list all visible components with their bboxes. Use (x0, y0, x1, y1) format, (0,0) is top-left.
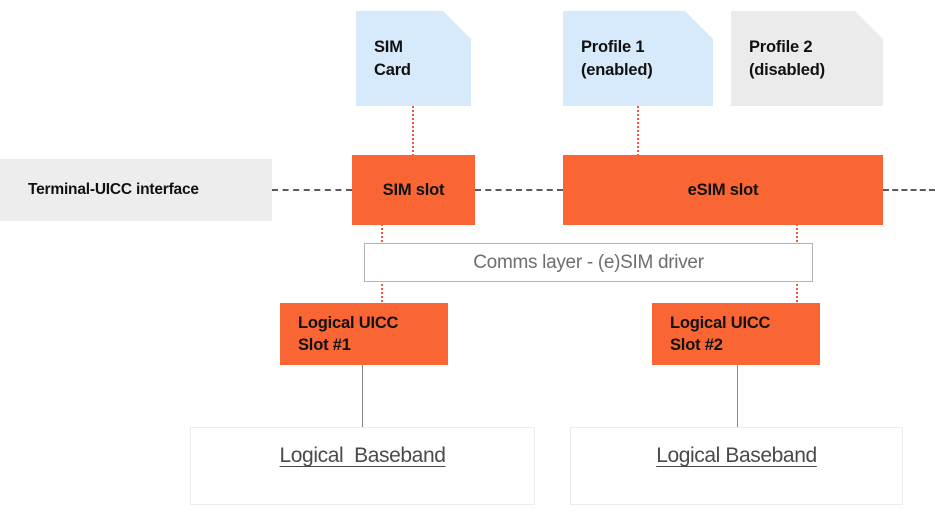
profile-1-node[interactable]: Profile 1 (enabled) (563, 11, 713, 106)
diagram-canvas: SIM Card Profile 1 (enabled) Profile 2 (… (0, 0, 935, 519)
logical-uicc-slot-1-node[interactable]: Logical UICC Slot #1 (280, 303, 448, 365)
logical-uicc-slot-2-label: Logical UICC Slot #2 (670, 313, 771, 354)
logical-baseband-2-label: Logical Baseband (656, 444, 817, 467)
terminal-uicc-interface-band: Terminal-UICC interface (0, 159, 272, 221)
connector-sim-card-to-sim-slot (412, 106, 414, 156)
profile-2-label: Profile 2 (disabled) (749, 38, 825, 79)
logical-baseband-2-node[interactable]: Logical Baseband (570, 427, 903, 505)
profile-1-label: Profile 1 (enabled) (581, 38, 653, 79)
logical-baseband-1-node[interactable]: Logical Baseband (190, 427, 535, 505)
logical-uicc-slot-1-label: Logical UICC Slot #1 (298, 313, 399, 354)
terminal-uicc-interface-label: Terminal-UICC interface (28, 181, 199, 198)
sim-slot-label: SIM slot (382, 180, 445, 199)
interface-line-right (883, 189, 935, 191)
profile-2-node[interactable]: Profile 2 (disabled) (731, 11, 883, 106)
sim-card-node[interactable]: SIM Card (356, 11, 471, 106)
connector-profile-1-to-esim-slot (637, 106, 639, 156)
sim-card-label: SIM Card (374, 38, 411, 79)
comms-layer-node[interactable]: Comms layer - (e)SIM driver (364, 243, 813, 282)
logical-uicc-slot-2-node[interactable]: Logical UICC Slot #2 (652, 303, 820, 365)
connector-uicc-1-to-baseband-1 (362, 365, 363, 428)
comms-layer-label: Comms layer - (e)SIM driver (473, 251, 704, 273)
sim-slot-node[interactable]: SIM slot (352, 155, 475, 225)
esim-slot-node[interactable]: eSIM slot (563, 155, 883, 225)
interface-line-middle (475, 189, 563, 191)
interface-line-left (272, 189, 352, 191)
logical-baseband-1-label: Logical Baseband (279, 444, 446, 467)
connector-uicc-2-to-baseband-2 (737, 365, 738, 428)
esim-slot-label: eSIM slot (687, 180, 759, 199)
